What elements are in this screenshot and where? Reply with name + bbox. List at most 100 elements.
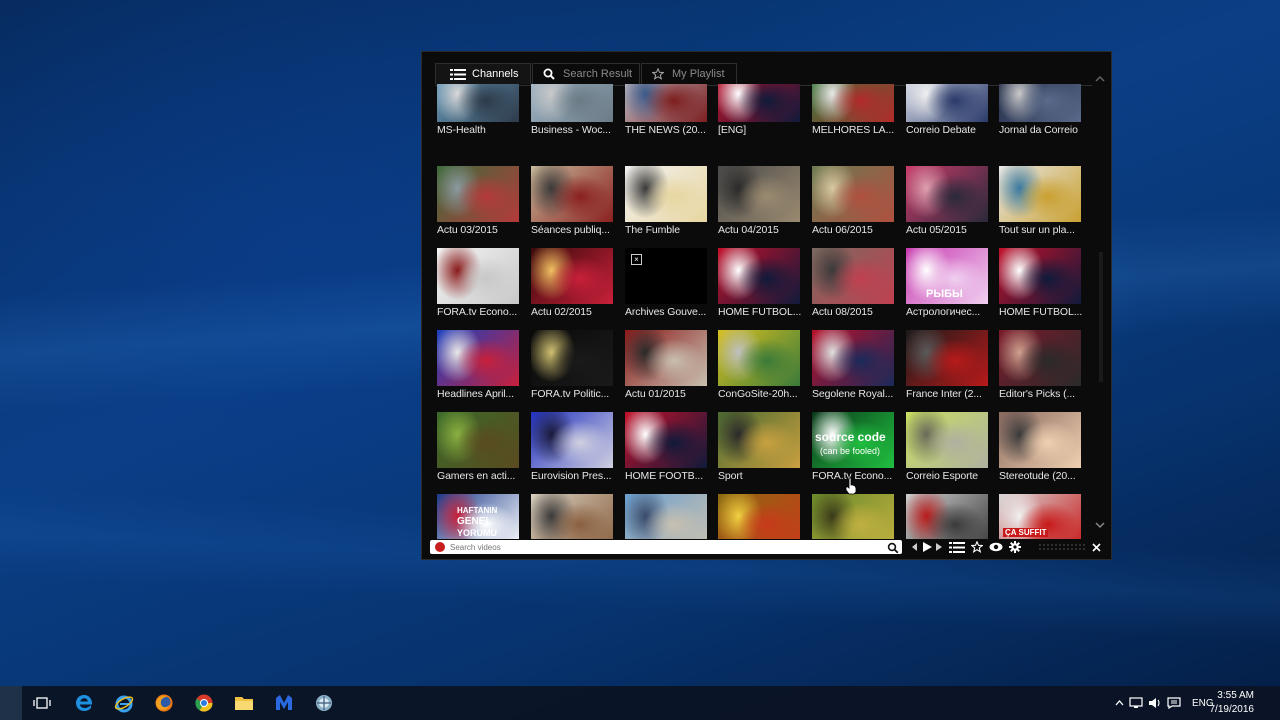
channel-thumbnail[interactable] xyxy=(531,494,613,539)
channel-thumbnail[interactable] xyxy=(718,494,800,539)
channel-thumbnail[interactable] xyxy=(718,330,800,386)
channel-tile[interactable]: MS-Health xyxy=(437,84,521,136)
action-center-icon[interactable] xyxy=(1164,697,1184,709)
channel-thumbnail[interactable] xyxy=(437,412,519,468)
channel-tile[interactable] xyxy=(625,494,709,539)
network-icon[interactable] xyxy=(1126,697,1146,709)
tab-my-playlist[interactable]: My Playlist xyxy=(641,63,737,84)
channel-thumbnail[interactable] xyxy=(999,330,1081,386)
channel-tile[interactable]: Stereotude (20... xyxy=(999,412,1083,482)
malwarebytes-icon[interactable] xyxy=(272,691,296,715)
channel-thumbnail[interactable] xyxy=(625,494,707,539)
channel-tile[interactable]: Actu 06/2015 xyxy=(812,166,896,236)
channel-tile[interactable]: ConGoSite-20h... xyxy=(718,330,802,400)
channel-thumbnail[interactable] xyxy=(437,166,519,222)
favorite-star-icon[interactable] xyxy=(970,539,984,555)
channel-tile[interactable]: Séances publiq... xyxy=(531,166,615,236)
channel-thumbnail[interactable] xyxy=(437,330,519,386)
channel-thumbnail[interactable] xyxy=(906,330,988,386)
channel-tile[interactable]: The Fumble xyxy=(625,166,709,236)
search-videos-input[interactable] xyxy=(450,540,870,554)
channel-tile[interactable]: Segolene Royal... xyxy=(812,330,896,400)
channel-tile[interactable]: Actu 05/2015 xyxy=(906,166,990,236)
tab-search-result[interactable]: Search Result xyxy=(532,63,640,84)
channel-thumbnail[interactable] xyxy=(812,494,894,539)
channel-thumbnail[interactable] xyxy=(531,166,613,222)
channel-thumbnail[interactable] xyxy=(999,412,1081,468)
channel-thumbnail[interactable] xyxy=(906,84,988,122)
channel-thumbnail[interactable]: ÇA SUFFIT xyxy=(999,494,1081,539)
channel-tile[interactable]: FORA.tv Econo... xyxy=(437,248,521,318)
channel-thumbnail[interactable] xyxy=(999,248,1081,304)
resize-grip[interactable] xyxy=(1038,543,1086,551)
file-explorer-icon[interactable] xyxy=(232,691,256,715)
channel-tile[interactable]: Eurovision Pres... xyxy=(531,412,615,482)
next-icon[interactable] xyxy=(934,539,944,555)
scroll-down-icon[interactable] xyxy=(1095,516,1105,529)
channel-thumbnail[interactable]: HAFTANIN GENEL YORUMU xyxy=(437,494,519,539)
channel-thumbnail[interactable] xyxy=(437,84,519,122)
channel-tile[interactable]: Actu 02/2015 xyxy=(531,248,615,318)
channel-thumbnail[interactable] xyxy=(906,166,988,222)
channel-tile[interactable]: Correio Debate xyxy=(906,84,990,136)
channel-thumbnail[interactable] xyxy=(625,412,707,468)
channel-tile[interactable]: HAFTANIN GENEL YORUMU xyxy=(437,494,521,539)
channel-tile[interactable]: ÇA SUFFIT xyxy=(999,494,1083,539)
chrome-icon[interactable] xyxy=(192,691,216,715)
volume-icon[interactable] xyxy=(1146,697,1164,709)
firefox-icon[interactable] xyxy=(152,691,176,715)
start-button[interactable] xyxy=(0,686,22,720)
channel-tile[interactable]: Gamers en acti... xyxy=(437,412,521,482)
channel-tile[interactable] xyxy=(531,494,615,539)
channel-thumbnail[interactable] xyxy=(718,84,800,122)
channel-tile[interactable]: source code (can be fooled) FORA.tv Econo.… xyxy=(812,412,896,482)
tab-channels[interactable]: Channels xyxy=(435,63,531,84)
channel-tile[interactable]: Business - Woc... xyxy=(531,84,615,136)
channel-thumbnail[interactable] xyxy=(531,412,613,468)
channel-thumbnail[interactable]: РЫБЫ xyxy=(906,248,988,304)
channel-tile[interactable]: × Archives Gouve... xyxy=(625,248,709,318)
app-globe-icon[interactable] xyxy=(312,691,336,715)
channel-tile[interactable]: Correio Esporte xyxy=(906,412,990,482)
channel-tile[interactable]: [ENG] xyxy=(718,84,802,136)
channel-tile[interactable]: Actu 04/2015 xyxy=(718,166,802,236)
channel-tile[interactable]: France Inter (2... xyxy=(906,330,990,400)
channel-tile[interactable]: Actu 01/2015 xyxy=(625,330,709,400)
channel-tile[interactable]: Tout sur un pla... xyxy=(999,166,1083,236)
channel-thumbnail[interactable] xyxy=(531,330,613,386)
clock[interactable]: 3:55 AM 7/19/2016 xyxy=(1210,689,1255,717)
channel-thumbnail[interactable]: × xyxy=(625,248,707,304)
channel-thumbnail[interactable] xyxy=(531,248,613,304)
channel-thumbnail[interactable] xyxy=(812,330,894,386)
channel-thumbnail[interactable] xyxy=(531,84,613,122)
channel-thumbnail[interactable] xyxy=(437,248,519,304)
close-icon[interactable] xyxy=(1090,539,1102,555)
channel-tile[interactable] xyxy=(812,494,896,539)
eye-icon[interactable] xyxy=(988,539,1004,555)
channel-tile[interactable]: HOME FOOTB... xyxy=(625,412,709,482)
channel-thumbnail[interactable] xyxy=(625,84,707,122)
task-view-icon[interactable] xyxy=(30,691,54,715)
search-icon[interactable] xyxy=(887,541,899,554)
playlist-icon[interactable] xyxy=(948,539,966,555)
channel-tile[interactable]: HOME FUTBOL... xyxy=(999,248,1083,318)
channel-tile[interactable]: THE NEWS (20... xyxy=(625,84,709,136)
edge-browser-icon[interactable] xyxy=(72,691,96,715)
channel-tile[interactable] xyxy=(718,494,802,539)
channel-thumbnail[interactable] xyxy=(906,494,988,539)
channel-tile[interactable]: Sport xyxy=(718,412,802,482)
channel-thumbnail[interactable] xyxy=(718,412,800,468)
channel-thumbnail[interactable]: source code (can be fooled) xyxy=(812,412,894,468)
channel-thumbnail[interactable] xyxy=(625,330,707,386)
channel-thumbnail[interactable] xyxy=(718,166,800,222)
channel-thumbnail[interactable] xyxy=(812,248,894,304)
channel-tile[interactable]: HOME FUTBOL... xyxy=(718,248,802,318)
channel-tile[interactable]: Actu 03/2015 xyxy=(437,166,521,236)
channel-tile[interactable]: MELHORES LA... xyxy=(812,84,896,136)
channel-thumbnail[interactable] xyxy=(625,166,707,222)
scrollbar-thumb[interactable] xyxy=(1099,252,1103,382)
scroll-up-icon[interactable] xyxy=(1095,70,1105,82)
play-icon[interactable] xyxy=(920,539,934,555)
channel-tile[interactable]: FORA.tv Politic... xyxy=(531,330,615,400)
channel-thumbnail[interactable] xyxy=(999,84,1081,122)
